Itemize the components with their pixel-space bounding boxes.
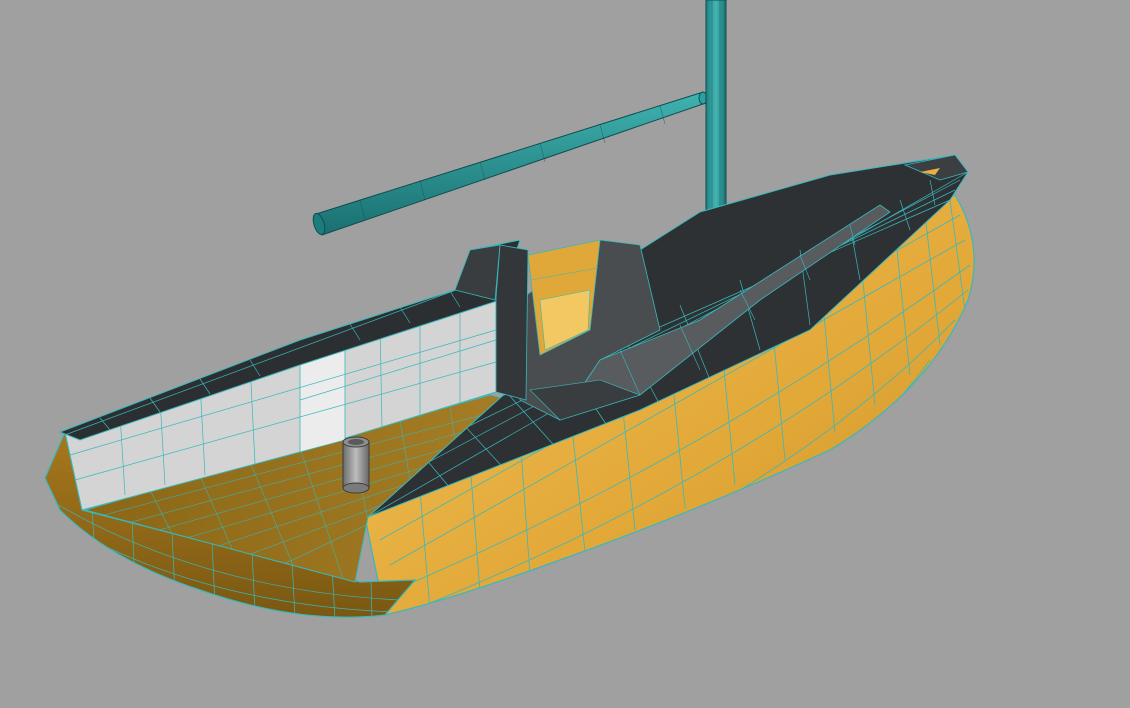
cockpit-winch xyxy=(342,436,370,494)
boom xyxy=(312,91,708,236)
boat-model-render[interactable] xyxy=(0,0,1130,708)
mast xyxy=(705,0,727,213)
3d-viewport[interactable] xyxy=(0,0,1130,708)
